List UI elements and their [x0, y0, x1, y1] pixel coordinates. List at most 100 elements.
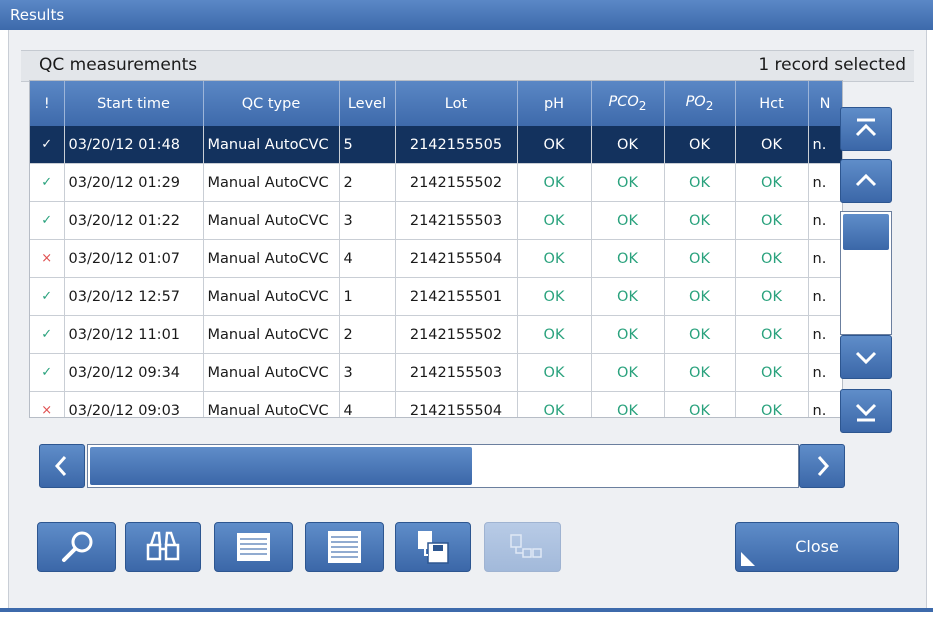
lot-cell: 2142155503	[395, 353, 518, 392]
table-row[interactable]: ✓ 03/20/12 01:29 Manual AutoCVC 2 214215…	[30, 163, 842, 202]
scroll-up-button[interactable]	[840, 159, 892, 203]
col-lot-header[interactable]: Lot	[395, 81, 518, 126]
scroll-right-button[interactable]	[799, 444, 845, 488]
col-start-time-header[interactable]: Start time	[64, 81, 204, 126]
po2-cell: OK	[664, 163, 736, 202]
results-header: QC measurements 1 record selected	[21, 50, 914, 82]
hct-cell: OK	[735, 277, 809, 316]
double-chevron-down-icon	[855, 403, 877, 422]
level-cell: 2	[339, 315, 396, 354]
detail-view-button[interactable]	[305, 522, 384, 572]
search-button[interactable]	[37, 522, 116, 572]
row-status-mark: ✓	[30, 201, 65, 240]
pco2-cell: OK	[591, 277, 665, 316]
vertical-scroll-thumb[interactable]	[843, 214, 889, 250]
col-pco2-header[interactable]: PCO2	[591, 81, 665, 126]
row-status-mark: ×	[30, 239, 65, 278]
n-cell: n.	[808, 277, 842, 316]
check-icon: ✓	[41, 175, 53, 190]
row-status-mark: ✓	[30, 353, 65, 392]
hct-cell: OK	[735, 239, 809, 278]
n-cell: n.	[808, 126, 842, 164]
n-cell: n.	[808, 315, 842, 354]
row-status-mark: ×	[30, 391, 65, 418]
save-copy-button[interactable]	[395, 522, 471, 572]
po2-label: PO	[685, 94, 706, 111]
chevron-left-icon	[54, 456, 67, 476]
double-chevron-up-icon	[855, 118, 877, 137]
col-level-header[interactable]: Level	[339, 81, 396, 126]
col-po2-header[interactable]: PO2	[664, 81, 736, 126]
pco2-subscript: 2	[638, 98, 647, 113]
scroll-left-button[interactable]	[39, 444, 85, 488]
table-row[interactable]: ✓ 03/20/12 11:01 Manual AutoCVC 2 214215…	[30, 315, 842, 354]
level-cell: 5	[339, 126, 396, 164]
table-row[interactable]: ✓ 03/20/12 12:57 Manual AutoCVC 1 214215…	[30, 277, 842, 316]
col-ph-header[interactable]: pH	[517, 81, 592, 126]
horizontal-scroll-thumb[interactable]	[90, 447, 472, 485]
table-row[interactable]: × 03/20/12 01:07 Manual AutoCVC 4 214215…	[30, 239, 842, 278]
pco2-cell: OK	[591, 353, 665, 392]
list-view-button[interactable]	[214, 522, 293, 572]
po2-cell: OK	[664, 126, 736, 164]
scroll-bottom-button[interactable]	[840, 389, 892, 433]
start-time-cell: 03/20/12 12:57	[64, 277, 204, 316]
po2-cell: OK	[664, 353, 736, 392]
cross-icon: ×	[41, 403, 53, 418]
po2-cell: OK	[664, 201, 736, 240]
pco2-cell: OK	[591, 315, 665, 354]
table-row[interactable]: ✓ 03/20/12 01:22 Manual AutoCVC 3 214215…	[30, 201, 842, 240]
qc-type-cell: Manual AutoCVC	[203, 353, 340, 392]
hct-cell: OK	[735, 201, 809, 240]
hct-cell: OK	[735, 163, 809, 202]
level-cell: 4	[339, 239, 396, 278]
ph-cell: OK	[517, 163, 592, 202]
pco2-cell: OK	[591, 201, 665, 240]
qc-type-cell: Manual AutoCVC	[203, 391, 340, 417]
close-button[interactable]: Close	[735, 522, 899, 572]
check-icon: ✓	[41, 213, 53, 228]
col-hct-header[interactable]: Hct	[735, 81, 809, 126]
pco2-label: PCO	[608, 94, 639, 111]
col-n-header[interactable]: N	[808, 81, 842, 126]
ph-cell: OK	[517, 315, 592, 354]
level-cell: 2	[339, 163, 396, 202]
hct-cell: OK	[735, 391, 809, 417]
row-status-mark: ✓	[30, 163, 65, 202]
ph-cell: OK	[517, 353, 592, 392]
start-time-cell: 03/20/12 01:48	[64, 126, 204, 164]
find-button[interactable]	[125, 522, 201, 572]
table-row-selected[interactable]: ✓ 03/20/12 01:48 Manual AutoCVC 5 214215…	[30, 126, 842, 164]
bottom-border	[0, 608, 933, 612]
n-cell: n.	[808, 239, 842, 278]
scroll-down-button[interactable]	[840, 335, 892, 379]
level-cell: 3	[339, 353, 396, 392]
table-header-row: ! Start time QC type Level Lot pH PCO2 P…	[30, 81, 842, 126]
table-row[interactable]: × 03/20/12 09:03 Manual AutoCVC 4 214215…	[30, 391, 842, 418]
lot-cell: 2142155502	[395, 315, 518, 354]
lot-cell: 2142155502	[395, 163, 518, 202]
chevron-up-icon	[855, 173, 877, 187]
list-alt-icon	[328, 531, 361, 563]
window-title: Results	[10, 6, 65, 24]
transfer-button[interactable]	[484, 522, 561, 572]
ph-cell: OK	[517, 239, 592, 278]
table-row[interactable]: ✓ 03/20/12 09:34 Manual AutoCVC 3 214215…	[30, 353, 842, 392]
qc-type-cell: Manual AutoCVC	[203, 201, 340, 240]
vertical-scroll-track[interactable]	[840, 211, 892, 335]
n-cell: n.	[808, 391, 842, 417]
start-time-cell: 03/20/12 09:03	[64, 391, 204, 417]
scroll-top-button[interactable]	[840, 107, 892, 151]
magnifier-icon	[62, 531, 93, 562]
close-button-label: Close	[795, 537, 839, 556]
horizontal-scroll-track[interactable]	[87, 444, 799, 488]
col-status-header[interactable]: !	[30, 81, 65, 126]
ph-cell: OK	[517, 277, 592, 316]
start-time-cell: 03/20/12 01:29	[64, 163, 204, 202]
check-icon: ✓	[41, 289, 53, 304]
qc-type-cell: Manual AutoCVC	[203, 239, 340, 278]
col-qc-type-header[interactable]: QC type	[203, 81, 340, 126]
chevron-down-icon	[855, 351, 877, 365]
selection-count: 1 record selected	[758, 55, 906, 75]
row-status-mark: ✓	[30, 315, 65, 354]
